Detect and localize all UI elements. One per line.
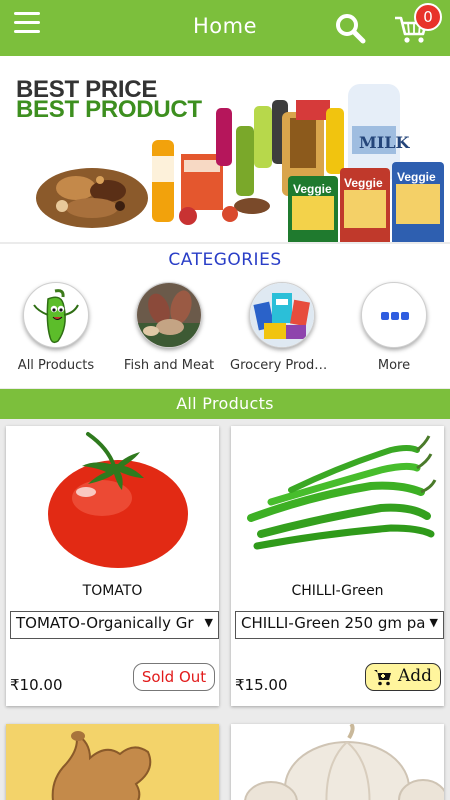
category-fish-and-meat[interactable]: Fish and Meat (113, 282, 225, 373)
categories-title: CATEGORIES (168, 250, 282, 270)
variant-select[interactable]: CHILLI-Green 250 gm pa ▼ (235, 611, 444, 639)
add-button-label: Add (398, 666, 433, 686)
app-screen: Home 0 MILK Veggie Veggie Veggie BEST PR… (0, 0, 450, 800)
category-label: Grocery Produ… (230, 358, 336, 373)
svg-text:Veggie: Veggie (397, 170, 436, 184)
categories-section: CATEGORIES All Products Fish and Meat Gr… (0, 244, 450, 388)
fish-and-meat-image (136, 282, 202, 348)
garlic-image (231, 722, 448, 800)
more-dots-icon (361, 282, 427, 348)
svg-text:Veggie: Veggie (344, 176, 383, 190)
ginger-image (6, 724, 219, 800)
chilli-mascot-icon (23, 282, 89, 348)
product-name: TOMATO (82, 583, 143, 599)
svg-text:MILK: MILK (359, 133, 410, 152)
variant-selected-value: TOMATO-Organically Gr (16, 614, 194, 632)
top-app-bar: Home 0 (0, 0, 450, 56)
category-all-products[interactable]: All Products (0, 282, 112, 373)
promo-banner[interactable]: MILK Veggie Veggie Veggie BEST PRICE BES… (0, 56, 450, 242)
tomato-image (6, 426, 218, 571)
product-price: ₹10.00 (10, 676, 63, 694)
sold-out-badge: Sold Out (133, 663, 215, 691)
category-more[interactable]: More (338, 282, 450, 373)
search-icon[interactable] (334, 12, 366, 44)
product-price: ₹15.00 (235, 676, 288, 694)
category-grocery-products[interactable]: Grocery Produ… (226, 282, 338, 373)
variant-selected-value: CHILLI-Green 250 gm pa (241, 614, 426, 632)
cart-icon (374, 670, 391, 686)
product-card-tomato[interactable]: TOMATO TOMATO-Organically Gr ▼ ₹10.00 So… (6, 426, 219, 706)
product-card-garlic-partial[interactable] (231, 722, 448, 800)
page-title: Home (192, 14, 257, 38)
dropdown-arrow-icon: ▼ (204, 616, 213, 629)
category-label: More (377, 358, 411, 373)
add-to-cart-button[interactable]: Add (365, 663, 441, 691)
grocery-products-image (249, 282, 315, 348)
banner-headline-line2: BEST PRODUCT (16, 96, 202, 123)
category-label: Fish and Meat (123, 358, 215, 373)
green-chilli-image (231, 426, 443, 571)
all-products-header[interactable]: All Products (0, 389, 450, 419)
svg-text:Veggie: Veggie (293, 182, 332, 196)
variant-select[interactable]: TOMATO-Organically Gr ▼ (10, 611, 219, 639)
cart-count-badge: 0 (414, 3, 442, 31)
category-label: All Products (17, 358, 95, 373)
dropdown-arrow-icon: ▼ (429, 616, 438, 629)
product-card-chilli-green[interactable]: CHILLI-Green CHILLI-Green 250 gm pa ▼ ₹1… (231, 426, 444, 706)
product-name: CHILLI-Green (291, 583, 384, 599)
product-card-ginger-partial[interactable] (6, 724, 219, 800)
